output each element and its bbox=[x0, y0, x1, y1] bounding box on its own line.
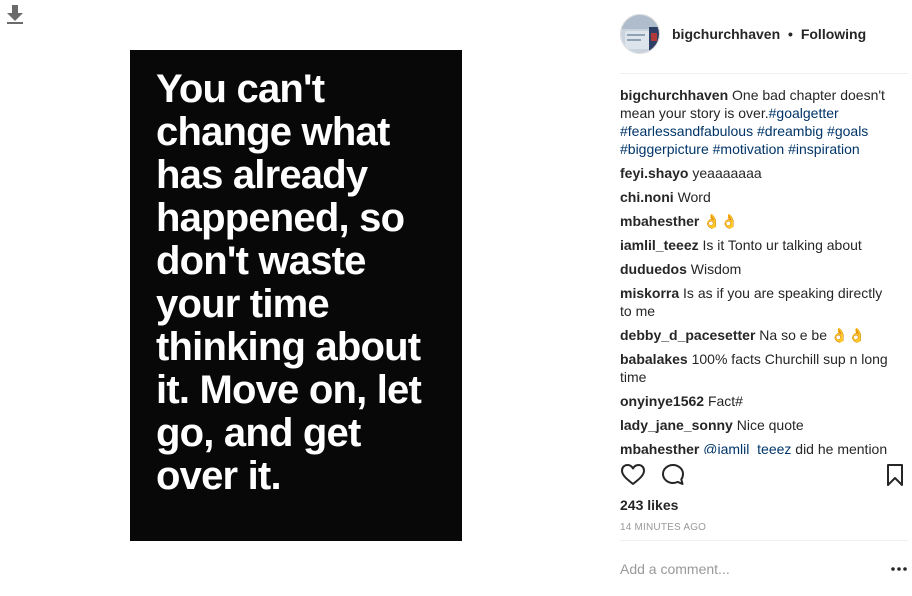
caption: bigchurchhaven One bad chapter doesn't m… bbox=[620, 86, 895, 158]
post-timestamp[interactable]: 14 MINUTES AGO bbox=[620, 522, 706, 533]
heart-icon[interactable] bbox=[620, 462, 646, 488]
comment-text: Wisdom bbox=[690, 261, 742, 277]
comment-text: Fact# bbox=[707, 393, 743, 409]
hashtag-link[interactable]: #goals bbox=[827, 123, 868, 139]
comment-text: Word bbox=[677, 189, 711, 205]
bookmark-icon[interactable] bbox=[882, 462, 908, 488]
add-comment-input[interactable] bbox=[620, 558, 880, 580]
quote-line: your time bbox=[156, 282, 330, 326]
comment-item: chi.noni Word bbox=[620, 188, 895, 206]
quote-line: thinking about bbox=[156, 325, 421, 369]
quote-line: over it. bbox=[156, 454, 282, 498]
comment-item: miskorra Is as if you are speaking direc… bbox=[620, 284, 895, 320]
comment-item: iamlil_teeez Is it Tonto ur talking abou… bbox=[620, 236, 895, 254]
comment-item: duduedos Wisdom bbox=[620, 260, 895, 278]
comment-username[interactable]: miskorra bbox=[620, 285, 679, 301]
comment-text: 👌👌 bbox=[703, 213, 739, 229]
comment-item: mbahesther 👌👌 bbox=[620, 212, 895, 230]
comment-username[interactable]: onyinye1562 bbox=[620, 393, 704, 409]
comment-bubble-icon[interactable] bbox=[660, 462, 686, 488]
likes-count[interactable]: 243 likes bbox=[620, 497, 678, 513]
post-details-panel: bigchurchhaven • Following bigchurchhave… bbox=[620, 0, 912, 596]
hashtag-link[interactable]: #fearlessandfabulous bbox=[620, 123, 753, 139]
header-text: bigchurchhaven • Following bbox=[672, 26, 866, 42]
comment-item: onyinye1562 Fact# bbox=[620, 392, 895, 410]
hashtag-link[interactable]: #dreambig bbox=[757, 123, 823, 139]
quote-line: has already bbox=[156, 153, 368, 197]
comment-username[interactable]: babalakes bbox=[620, 351, 688, 367]
avatar[interactable] bbox=[620, 14, 660, 54]
post-image[interactable]: You can't change what has already happen… bbox=[130, 50, 462, 541]
hashtag-link[interactable]: #biggerpicture bbox=[620, 141, 709, 157]
quote-line: change what bbox=[156, 110, 390, 154]
hashtag-link[interactable]: #motivation bbox=[713, 141, 785, 157]
comment-username[interactable]: chi.noni bbox=[620, 189, 674, 205]
comment-item: debby_d_pacesetter Na so e be 👌👌 bbox=[620, 326, 895, 344]
header-separator: • bbox=[788, 26, 793, 42]
action-bar bbox=[620, 462, 908, 490]
comment-item: lady_jane_sonny Nice quote bbox=[620, 416, 895, 434]
hashtag-link[interactable]: #inspiration bbox=[788, 141, 860, 157]
quote-line: go, and get bbox=[156, 411, 361, 455]
comment-item: mbahesther @iamlil_teeez did he mention bbox=[620, 440, 895, 454]
mention-link[interactable]: @iamlil_teeez bbox=[703, 441, 791, 454]
quote-line: it. Move on, let bbox=[156, 368, 422, 412]
caption-username[interactable]: bigchurchhaven bbox=[620, 87, 728, 103]
comment-username[interactable]: debby_d_pacesetter bbox=[620, 327, 755, 343]
hashtag-link[interactable]: #goalgetter bbox=[769, 105, 839, 121]
comment-username[interactable]: feyi.shayo bbox=[620, 165, 688, 181]
quote-line: happened, so bbox=[156, 196, 405, 240]
comment-text: yeaaaaaaa bbox=[692, 165, 762, 181]
comment-text: Na so e be 👌👌 bbox=[759, 327, 866, 343]
comments-list[interactable]: bigchurchhaven One bad chapter doesn't m… bbox=[620, 86, 895, 454]
comment-text: Is it Tonto ur talking about bbox=[702, 237, 862, 253]
comment-divider bbox=[620, 540, 908, 541]
quote-text: You can't change what has already happen… bbox=[156, 68, 456, 498]
comment-username[interactable]: mbahesther bbox=[620, 213, 699, 229]
download-arrow-icon[interactable] bbox=[6, 4, 24, 24]
comment-text: did he mention bbox=[795, 441, 888, 454]
comment-text: Nice quote bbox=[736, 417, 804, 433]
quote-line: don't waste bbox=[156, 239, 366, 283]
comment-item: babalakes 100% facts Churchill sup n lon… bbox=[620, 350, 895, 386]
header-username[interactable]: bigchurchhaven bbox=[672, 26, 780, 42]
comment-username[interactable]: iamlil_teeez bbox=[620, 237, 699, 253]
post-header: bigchurchhaven • Following bbox=[620, 12, 908, 56]
comment-username[interactable]: lady_jane_sonny bbox=[620, 417, 733, 433]
follow-button[interactable]: Following bbox=[801, 26, 866, 42]
comment-username[interactable]: mbahesther bbox=[620, 441, 699, 454]
comment-username[interactable]: duduedos bbox=[620, 261, 687, 277]
header-divider bbox=[620, 73, 908, 74]
quote-line: You can't bbox=[156, 67, 325, 111]
comment-item: feyi.shayo yeaaaaaaa bbox=[620, 164, 895, 182]
more-options-icon[interactable] bbox=[890, 562, 908, 574]
